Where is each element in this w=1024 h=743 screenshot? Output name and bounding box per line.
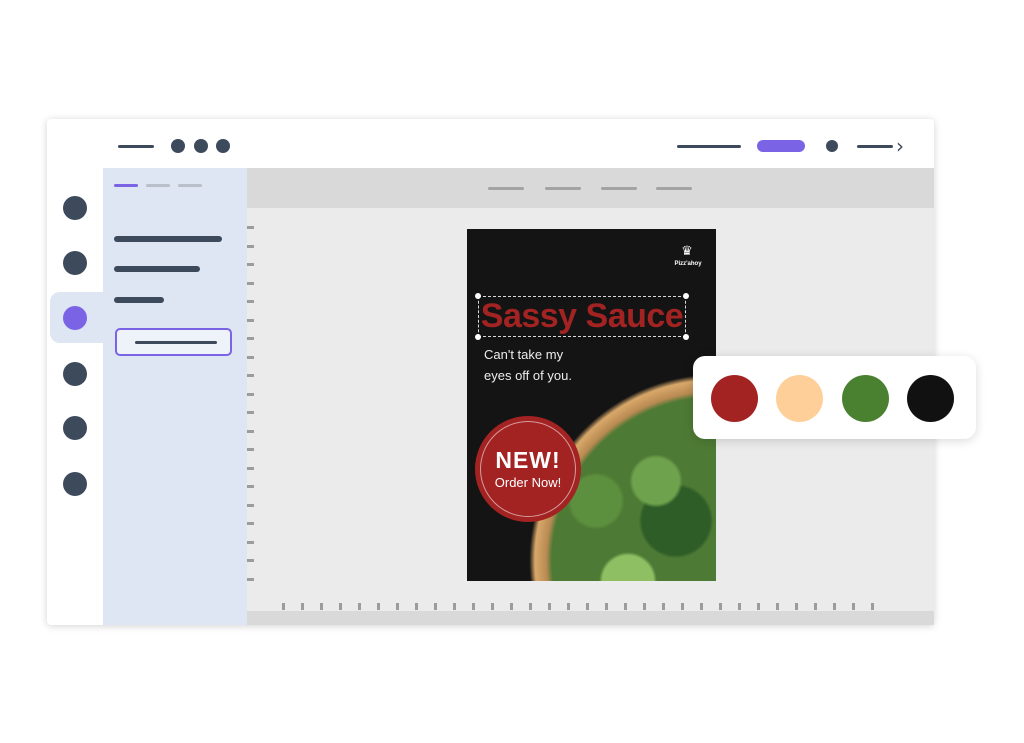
resize-handle-br[interactable] <box>683 334 689 340</box>
swatch-black[interactable] <box>907 375 954 422</box>
toolbar-dot[interactable] <box>826 140 838 152</box>
panel-tab-2[interactable] <box>146 184 170 187</box>
rail-button-5[interactable] <box>63 416 87 440</box>
ruler-tick <box>434 603 437 610</box>
poster-tagline-1[interactable]: Can't take my <box>484 347 563 363</box>
rail-button-4[interactable] <box>63 362 87 386</box>
window-dot-3[interactable] <box>216 139 230 153</box>
ruler-tick <box>738 603 741 610</box>
swatch-red[interactable] <box>711 375 758 422</box>
input-text-placeholder <box>135 341 217 344</box>
panel-item-3[interactable] <box>114 297 164 303</box>
resize-handle-tr[interactable] <box>683 293 689 299</box>
ruler-tick <box>247 300 254 303</box>
window-dot-2[interactable] <box>194 139 208 153</box>
ruler-tick <box>700 603 703 610</box>
ruler-tick <box>247 356 254 359</box>
ruler-tick <box>776 603 779 610</box>
ruler-tick <box>247 504 254 507</box>
ruler-tick <box>681 603 684 610</box>
canvas-tab-2[interactable] <box>545 187 581 190</box>
ruler-tick <box>247 374 254 377</box>
ruler-tick <box>852 603 855 610</box>
panel-tab-active[interactable] <box>114 184 138 187</box>
toolbar-item-2[interactable] <box>857 145 893 148</box>
selection-box[interactable] <box>478 296 686 337</box>
ruler-tick <box>247 245 254 248</box>
ruler-tick <box>567 603 570 610</box>
rail-button-active[interactable] <box>63 306 87 330</box>
ruler-tick <box>247 319 254 322</box>
ruler-tick <box>529 603 532 610</box>
resize-handle-tl[interactable] <box>475 293 481 299</box>
ruler-tick <box>247 282 254 285</box>
rail-button-1[interactable] <box>63 196 87 220</box>
menu-line-icon[interactable] <box>118 145 154 148</box>
rail-button-6[interactable] <box>63 472 87 496</box>
canvas-tab-1[interactable] <box>488 187 524 190</box>
ruler-tick <box>247 411 254 414</box>
toolbar-item[interactable] <box>677 145 741 148</box>
ruler-tick <box>510 603 513 610</box>
ruler-tick <box>472 603 475 610</box>
ruler-tick <box>358 603 361 610</box>
ruler-tick <box>247 226 254 229</box>
ruler-tick <box>605 603 608 610</box>
ruler-tick <box>643 603 646 610</box>
canvas-tab-4[interactable] <box>656 187 692 190</box>
ruler-tick <box>247 559 254 562</box>
ruler-tick <box>320 603 323 610</box>
poster-tagline-2[interactable]: eyes off of you. <box>484 368 572 384</box>
swatch-green[interactable] <box>842 375 889 422</box>
swatch-peach[interactable] <box>776 375 823 422</box>
ruler-tick <box>586 603 589 610</box>
badge-title: NEW! <box>495 447 561 473</box>
ruler-tick <box>396 603 399 610</box>
ruler-tick <box>247 393 254 396</box>
ruler-tick <box>871 603 874 610</box>
ruler-tick <box>247 430 254 433</box>
horizontal-scrollbar[interactable] <box>247 611 934 625</box>
ruler-tick <box>282 603 285 610</box>
canvas-toolbar <box>247 168 934 208</box>
ruler-tick <box>247 578 254 581</box>
rail-button-2[interactable] <box>63 251 87 275</box>
ruler-tick <box>377 603 380 610</box>
panel-input-field[interactable] <box>115 328 232 356</box>
ruler-tick <box>301 603 304 610</box>
poster-image-area <box>467 229 716 581</box>
ruler-tick <box>339 603 342 610</box>
chevron-right-icon[interactable]: › <box>896 134 904 158</box>
ruler-tick <box>662 603 665 610</box>
ruler-tick <box>453 603 456 610</box>
panel-tab-3[interactable] <box>178 184 202 187</box>
panel-item-2[interactable] <box>114 266 200 272</box>
ruler-tick <box>415 603 418 610</box>
ruler-tick <box>491 603 494 610</box>
ruler-tick <box>795 603 798 610</box>
ruler-tick <box>719 603 722 610</box>
ruler-tick <box>247 541 254 544</box>
ruler-tick <box>247 467 254 470</box>
canvas-tab-3[interactable] <box>601 187 637 190</box>
resize-handle-bl[interactable] <box>475 334 481 340</box>
ruler-tick <box>548 603 551 610</box>
ruler-tick <box>624 603 627 610</box>
ruler-tick <box>247 485 254 488</box>
window-dot-1[interactable] <box>171 139 185 153</box>
ruler-tick <box>814 603 817 610</box>
badge-action: Order Now! <box>494 475 562 490</box>
panel-item-1[interactable] <box>114 236 222 242</box>
ruler-tick <box>247 263 254 266</box>
chef-hat-icon: ♛ <box>681 243 693 258</box>
ruler-tick <box>247 337 254 340</box>
ruler-tick <box>757 603 760 610</box>
toolbar-active-pill[interactable] <box>757 140 805 152</box>
ruler-tick <box>247 448 254 451</box>
ruler-tick <box>247 522 254 525</box>
poster-logo-text: Pizz'ahoy <box>674 261 702 267</box>
ruler-tick <box>833 603 836 610</box>
